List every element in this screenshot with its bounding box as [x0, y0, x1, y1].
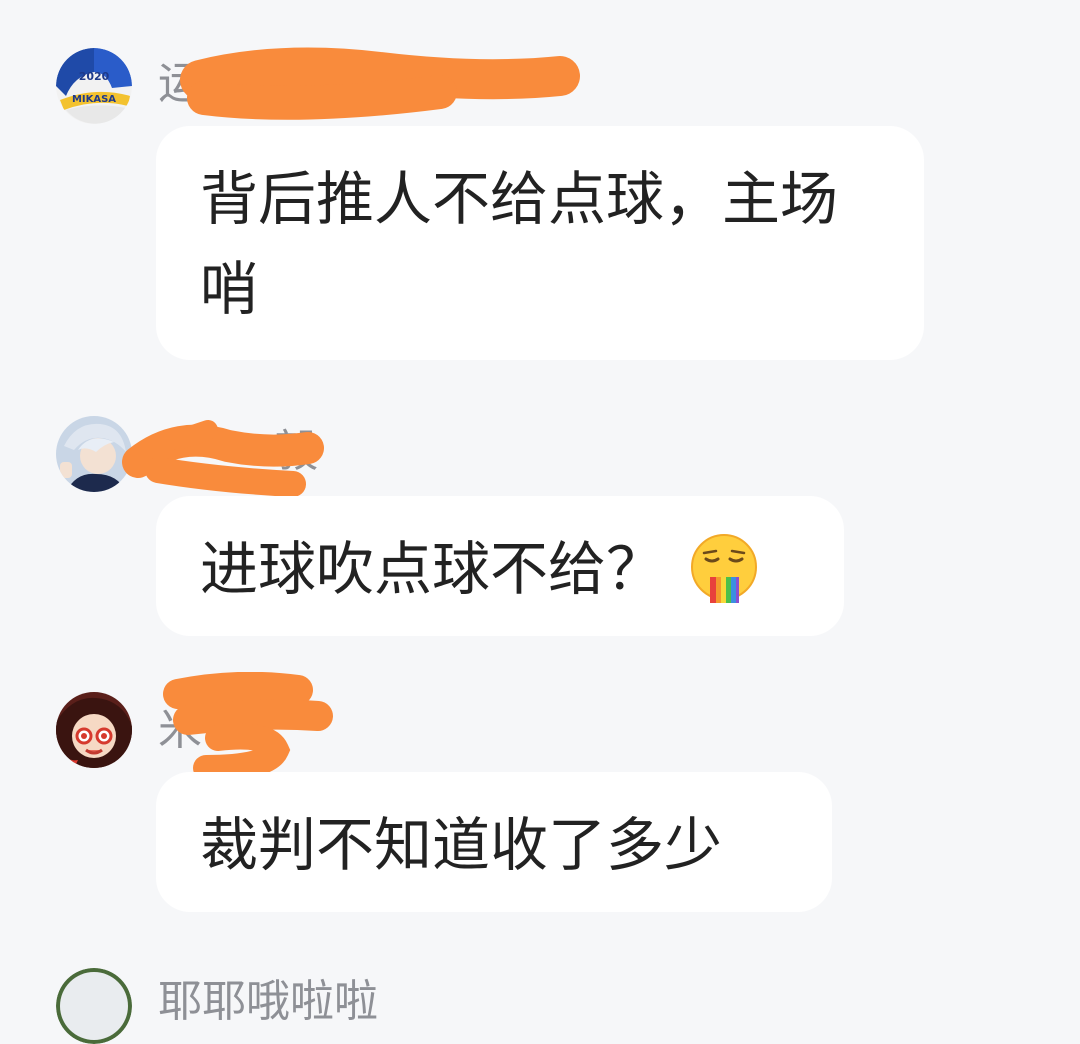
svg-text:MIKASA: MIKASA — [72, 94, 116, 105]
message-text: 裁判不知道收了多少 — [200, 811, 723, 879]
user-avatar[interactable] — [56, 416, 132, 492]
user-avatar[interactable] — [56, 968, 132, 1044]
message-bubble: 进球吹点球不给？ — [156, 496, 844, 636]
user-avatar[interactable] — [56, 692, 132, 768]
volleyball-icon: 2020 MIKASA — [56, 48, 132, 124]
message-text: 进球吹点球不给？ — [200, 535, 665, 603]
nickname[interactable]: 运 t06 — [158, 56, 289, 112]
svg-text:2020: 2020 — [79, 70, 110, 83]
anime-character-avatar-icon — [56, 692, 132, 768]
rainbow-vomit-emoji-icon — [688, 533, 760, 605]
nickname[interactable]: 毅 — [274, 424, 318, 480]
message-text: 背后推人不给点球，主场哨 — [200, 165, 839, 323]
user-avatar-icon — [56, 968, 132, 1044]
nickname[interactable]: 米 哥 — [158, 702, 260, 758]
message-bubble: 背后推人不给点球，主场哨 — [156, 126, 924, 360]
user-avatar[interactable]: 2020 MIKASA — [56, 48, 132, 124]
message-bubble: 裁判不知道收了多少 — [156, 772, 832, 912]
anime-boy-avatar-icon — [56, 416, 132, 492]
nickname[interactable]: 耶耶哦啦啦 — [158, 974, 378, 1030]
